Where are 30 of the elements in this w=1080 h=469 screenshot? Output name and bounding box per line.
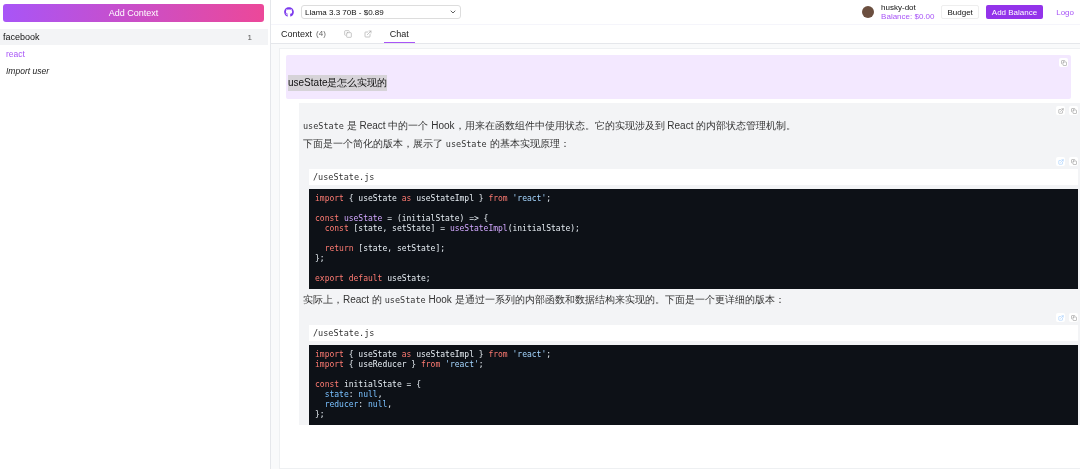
message-paragraph: useState 是 React 中的一个 Hook，用来在函数组件中使用状态。它的实现涉及到 React 的内部状态管理机制。 [303,119,798,133]
chevron-down-icon [449,8,457,16]
message-paragraph: 实际上，React 的 useState Hook 是通过一系列的内部函数和数据结构来实现的。下面是一个更详细的版本： [303,293,786,307]
balance-text: Balance: $0.00 [881,12,935,21]
code-block: import { useState as useStateImpl } from 'react'; import { useReducer } from 'react'; const initialState = { state: null, reducer: null, }; [309,345,1078,425]
code-filename: /useState.js [309,325,1078,341]
tab[interactable]: Chat [383,25,415,43]
copy-icon[interactable] [1069,106,1078,115]
github-logo-icon[interactable] [284,7,294,17]
tab[interactable]: Context (4) [275,25,332,43]
budget-button[interactable]: Budget [941,5,979,19]
model-select[interactable]: Llama 3.3 70B - $0.89 [301,5,461,19]
user-message-text: useState是怎么实现的 [288,75,388,91]
copy-icon[interactable] [1069,313,1078,322]
message-paragraph: 下面是一个简化的版本，展示了 useState 的基本实现原理： [303,137,571,151]
username: husky-dot [881,3,917,12]
external-link-icon[interactable] [1056,106,1065,115]
avatar [862,6,875,18]
repo-link[interactable]: react [0,45,270,62]
external-link-icon[interactable] [1056,313,1065,322]
copy-icon[interactable] [1069,157,1078,166]
code-block: import { useState as useStateImpl } from 'react'; const useState = (initialState) => { const [state, setState] = useStateImpl(initialState); return [state, setState]; }; export default useState; [309,189,1078,289]
add-balance-button[interactable]: Add Balance [985,5,1044,19]
import-user-item[interactable]: Import user [0,62,270,79]
code-filename: /useState.js [309,169,1078,185]
group-row[interactable]: facebook 1 [0,29,268,45]
group-count: 1 [247,32,252,42]
copy-icon[interactable] [1059,58,1068,67]
external-link-icon[interactable] [1056,157,1065,166]
add-context-button[interactable]: Add Context [3,4,264,22]
